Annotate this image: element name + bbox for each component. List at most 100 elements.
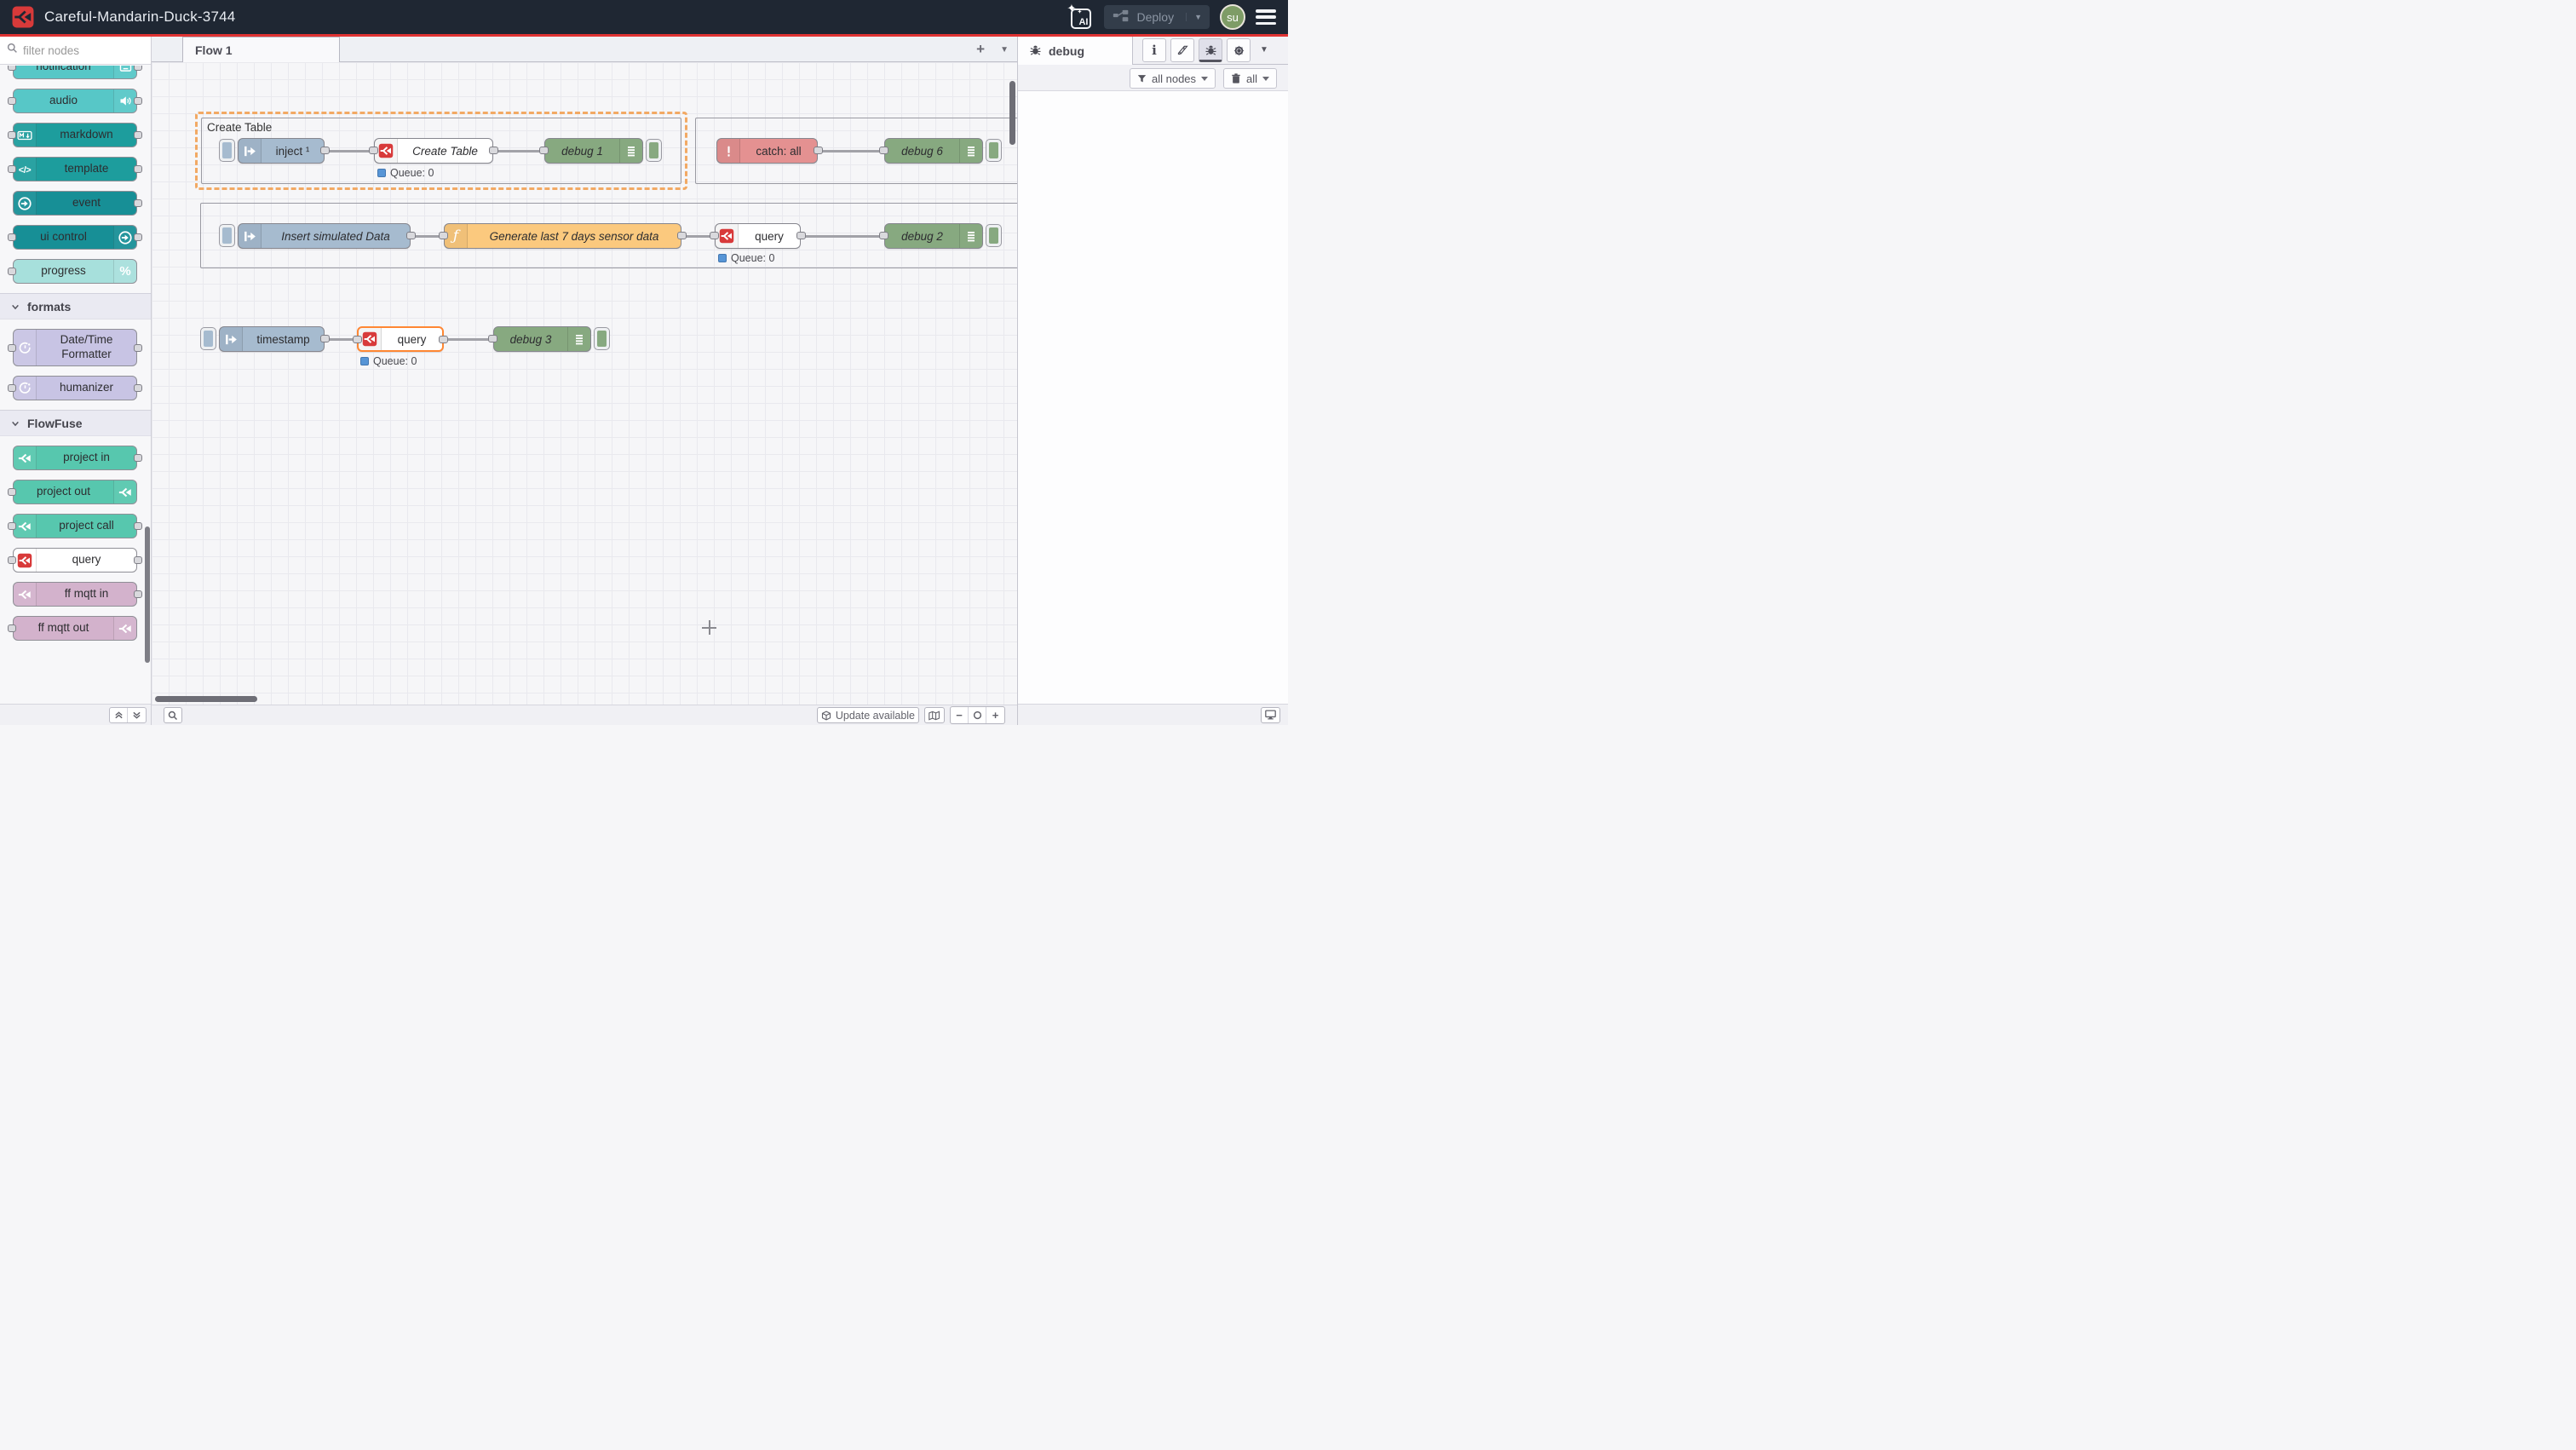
- flowfuse-logo-icon[interactable]: [12, 6, 34, 28]
- wire-catch_all-to-debug6[interactable]: [821, 150, 881, 152]
- node-catch-all[interactable]: catch: all: [716, 138, 818, 164]
- node-port-in: [8, 522, 16, 530]
- node-port-in[interactable]: [353, 336, 362, 343]
- info-tab-button[interactable]: i: [1142, 38, 1166, 62]
- node-port-out[interactable]: [489, 147, 498, 154]
- node-debug3[interactable]: debug 3: [493, 326, 591, 352]
- palette-section-label: formats: [27, 300, 71, 314]
- palette-scrollbar[interactable]: [145, 526, 150, 663]
- palette-node-humanizer[interactable]: humanizer: [13, 376, 137, 400]
- status-dot: [718, 254, 727, 262]
- update-available-button[interactable]: Update available: [817, 707, 919, 723]
- tab-debug[interactable]: debug: [1018, 37, 1133, 65]
- node-port-in[interactable]: [879, 232, 888, 239]
- wire-create_table-to-debug1[interactable]: [497, 150, 541, 152]
- expand-all-categories-button[interactable]: [128, 708, 146, 722]
- debug-toggle-button[interactable]: [594, 327, 610, 350]
- workspace: Flow 1 + ▼ Create Tableinject ¹Create Ta…: [152, 37, 1017, 725]
- zoom-out-button[interactable]: −: [951, 707, 969, 723]
- user-avatar[interactable]: su: [1220, 4, 1245, 30]
- filter-nodes-input[interactable]: [23, 44, 125, 57]
- flow-list-caret[interactable]: ▼: [1000, 45, 1009, 55]
- palette-node-date-time-formatter[interactable]: Date/Time Formatter: [13, 329, 137, 366]
- node-port-out[interactable]: [320, 147, 330, 154]
- node-port-in[interactable]: [439, 232, 448, 239]
- navigator-map-button[interactable]: [924, 707, 945, 723]
- palette-node-ui-control[interactable]: ui control: [13, 225, 137, 250]
- palette-node-progress[interactable]: progress%: [13, 259, 137, 284]
- node-port-out[interactable]: [796, 232, 806, 239]
- tab-flow-1[interactable]: Flow 1: [182, 37, 340, 62]
- add-flow-button[interactable]: +: [976, 41, 985, 58]
- node-port-in[interactable]: [879, 147, 888, 154]
- debug-toggle-button[interactable]: [646, 139, 662, 162]
- palette-node-label: ui control: [14, 226, 113, 249]
- node-debug6[interactable]: debug 6: [884, 138, 983, 164]
- canvas-search-button[interactable]: [164, 707, 182, 723]
- flow-canvas[interactable]: Create Tableinject ¹Create TableQueue: 0…: [152, 62, 1017, 705]
- palette-node-ff-mqtt-out[interactable]: ff mqtt out: [13, 616, 137, 641]
- zoom-in-button[interactable]: +: [986, 707, 1004, 723]
- palette-node-event[interactable]: event: [13, 191, 137, 216]
- node-create-table[interactable]: Create Table: [374, 138, 493, 164]
- circle-arrow-icon: [118, 230, 133, 245]
- palette-node-ff-mqtt-in[interactable]: ff mqtt in: [13, 582, 137, 607]
- node-inject1[interactable]: inject ¹: [238, 138, 325, 164]
- wire-query3-to-debug3[interactable]: [447, 338, 490, 341]
- wire-timestamp-to-query3[interactable]: [328, 338, 354, 341]
- debug-toggle-button[interactable]: [986, 139, 1002, 162]
- collapse-all-categories-button[interactable]: [110, 708, 128, 722]
- palette-search[interactable]: [0, 37, 151, 65]
- palette-node-project-out[interactable]: project out: [13, 480, 137, 504]
- palette-node-template[interactable]: </>template: [13, 157, 137, 181]
- node-insert-sim[interactable]: Insert simulated Data: [238, 223, 411, 249]
- debug-clear-button[interactable]: all: [1223, 68, 1277, 89]
- node-port-out[interactable]: [439, 336, 448, 343]
- node-query3[interactable]: query: [357, 326, 444, 352]
- node-debug1[interactable]: debug 1: [544, 138, 643, 164]
- wire-query2-to-debug2[interactable]: [804, 235, 881, 238]
- node-port-in[interactable]: [539, 147, 549, 154]
- config-nodes-tab-button[interactable]: [1227, 38, 1251, 62]
- node-label: query: [382, 328, 442, 350]
- zoom-reset-button[interactable]: [969, 707, 986, 723]
- node-port-in[interactable]: [369, 147, 378, 154]
- sidebar-options-caret[interactable]: ▼: [1260, 45, 1268, 55]
- inject-trigger-button[interactable]: [219, 139, 235, 162]
- debug-tab-button[interactable]: [1199, 38, 1222, 62]
- palette-node-notification[interactable]: notification: [13, 66, 137, 79]
- palette-node-project-call[interactable]: project call: [13, 514, 137, 538]
- palette-node-audio[interactable]: audio: [13, 89, 137, 113]
- node-label: debug 6: [885, 139, 959, 163]
- deploy-options-caret[interactable]: ▼: [1186, 13, 1210, 21]
- ai-assistant-button[interactable]: ✦ ✦ AI: [1068, 4, 1094, 30]
- open-in-window-button[interactable]: [1261, 707, 1280, 723]
- deploy-button[interactable]: Deploy ▼: [1104, 5, 1210, 29]
- node-port-in[interactable]: [710, 232, 719, 239]
- node-gen-func[interactable]: ƒGenerate last 7 days sensor data: [444, 223, 681, 249]
- palette-section-formats[interactable]: formats: [0, 293, 151, 319]
- debug-filter-button[interactable]: all nodes: [1130, 68, 1216, 89]
- palette-section-flowfuse[interactable]: FlowFuse: [0, 410, 151, 436]
- node-port-out[interactable]: [814, 147, 823, 154]
- canvas-horizontal-scrollbar[interactable]: [155, 696, 257, 702]
- inject-trigger-button[interactable]: [200, 327, 216, 350]
- canvas-vertical-scrollbar[interactable]: [1009, 81, 1015, 145]
- inject-trigger-button[interactable]: [219, 224, 235, 247]
- node-port-out[interactable]: [677, 232, 687, 239]
- palette-node-project-in[interactable]: project in: [13, 446, 137, 470]
- node-timestamp[interactable]: timestamp: [219, 326, 325, 352]
- node-port-out[interactable]: [406, 232, 416, 239]
- palette-node-query[interactable]: query: [13, 548, 137, 573]
- node-port-out[interactable]: [320, 335, 330, 342]
- main-menu-button[interactable]: [1256, 9, 1276, 25]
- palette-node-markdown[interactable]: markdown: [13, 123, 137, 147]
- wire-insert_sim-to-gen_func[interactable]: [414, 235, 440, 238]
- node-query2[interactable]: query: [715, 223, 801, 249]
- wire-inject1-to-create_table[interactable]: [328, 150, 371, 152]
- node-debug2[interactable]: debug 2: [884, 223, 983, 249]
- wire-gen_func-to-query2[interactable]: [685, 235, 711, 238]
- node-port-in[interactable]: [488, 335, 497, 342]
- debug-toggle-button[interactable]: [986, 224, 1002, 247]
- help-tab-button[interactable]: [1170, 38, 1194, 62]
